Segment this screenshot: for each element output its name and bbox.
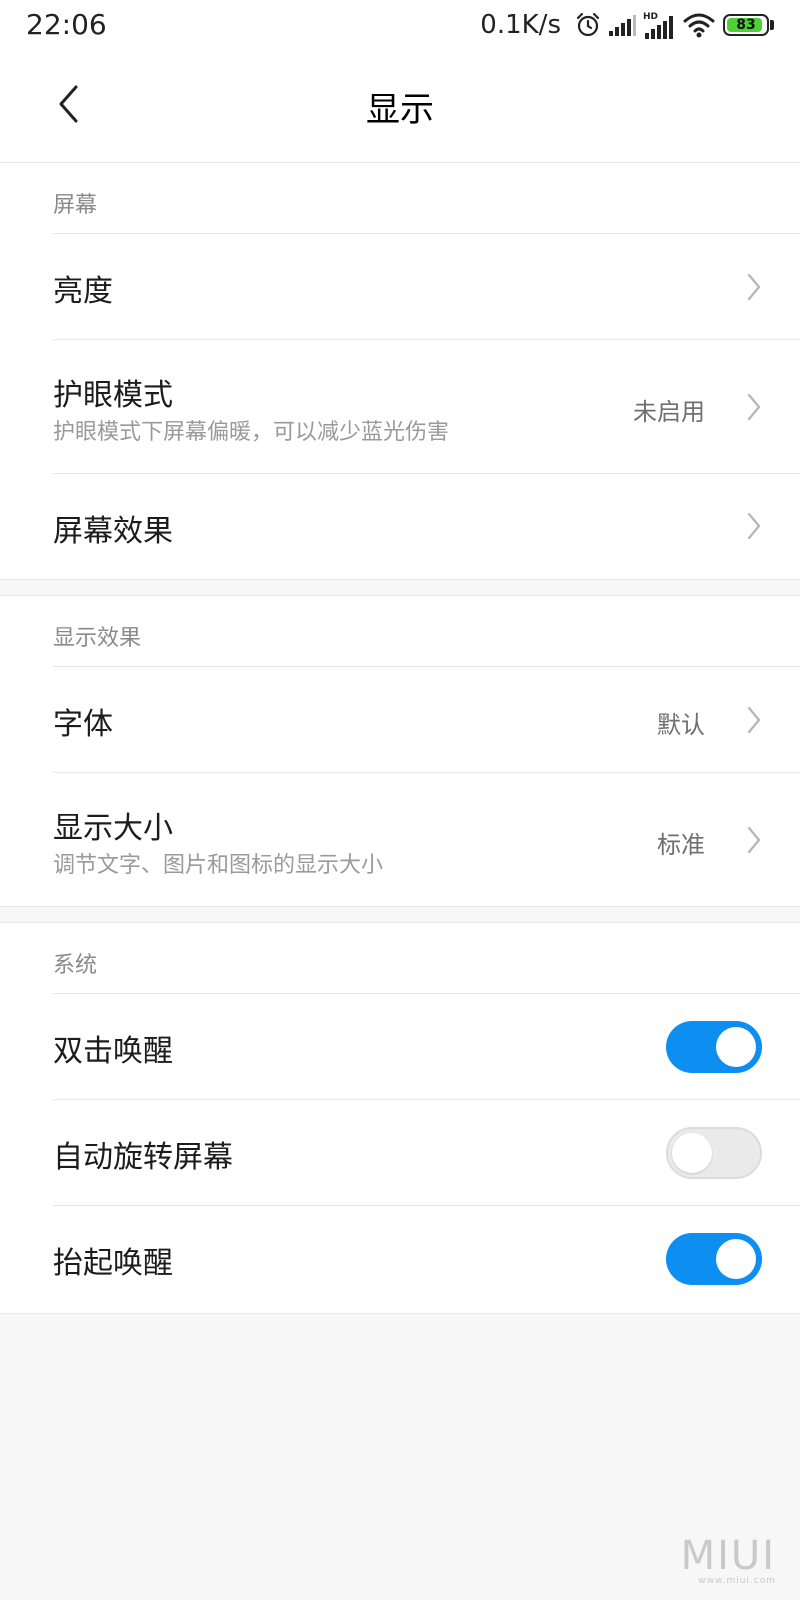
svg-text:HD: HD bbox=[643, 12, 658, 22]
section-system: 系统 双击唤醒 自动旋转屏幕 抬起唤醒 bbox=[0, 922, 800, 1314]
font-title: 字体 bbox=[53, 707, 113, 742]
font-row[interactable]: 字体 默认 bbox=[53, 666, 800, 772]
eye-comfort-subtitle: 护眼模式下屏幕偏暖，可以减少蓝光伤害 bbox=[53, 420, 450, 445]
hd-cell-signal-icon: HD bbox=[643, 10, 677, 40]
status-icons: 0.1K/s HD 83 bbox=[480, 8, 774, 42]
chevron-right-icon bbox=[747, 273, 761, 301]
display-size-title: 显示大小 bbox=[53, 811, 173, 846]
auto-rotate-title: 自动旋转屏幕 bbox=[53, 1140, 233, 1175]
title-bar: 显示 bbox=[0, 50, 800, 163]
auto-rotate-toggle[interactable] bbox=[666, 1127, 762, 1179]
chevron-right-icon bbox=[747, 512, 761, 540]
display-size-value: 标准 bbox=[657, 831, 705, 859]
section-header-display-effect: 显示效果 bbox=[53, 626, 142, 651]
status-time: 22:06 bbox=[26, 8, 107, 41]
lift-to-wake-toggle[interactable] bbox=[666, 1233, 762, 1285]
page-title: 显示 bbox=[366, 90, 434, 130]
section-header-system: 系统 bbox=[53, 953, 98, 978]
chevron-right-icon bbox=[747, 393, 761, 421]
toggle-knob bbox=[672, 1133, 712, 1173]
display-size-subtitle: 调节文字、图片和图标的显示大小 bbox=[53, 853, 384, 878]
double-tap-wake-row: 双击唤醒 bbox=[53, 993, 800, 1099]
cell-signal-icon bbox=[607, 13, 637, 37]
status-bar: 22:06 0.1K/s HD 83 bbox=[0, 0, 800, 50]
chevron-right-icon bbox=[747, 706, 761, 734]
eye-comfort-title: 护眼模式 bbox=[53, 378, 173, 413]
section-header-screen: 屏幕 bbox=[53, 193, 98, 218]
screen-effect-title: 屏幕效果 bbox=[53, 514, 173, 549]
double-tap-wake-toggle[interactable] bbox=[666, 1021, 762, 1073]
eye-comfort-value: 未启用 bbox=[633, 398, 705, 426]
wifi-icon bbox=[683, 12, 715, 38]
screen-effect-row[interactable]: 屏幕效果 bbox=[53, 473, 800, 577]
lift-to-wake-row: 抬起唤醒 bbox=[53, 1205, 800, 1311]
section-display-effect: 显示效果 字体 默认 显示大小 调节文字、图片和图标的显示大小 标准 bbox=[0, 595, 800, 907]
miui-watermark: MIUI www.miui.com bbox=[681, 1536, 776, 1586]
eye-comfort-row[interactable]: 护眼模式 护眼模式下屏幕偏暖，可以减少蓝光伤害 未启用 bbox=[53, 339, 800, 473]
toggle-knob bbox=[716, 1239, 756, 1279]
battery-level: 83 bbox=[736, 17, 756, 33]
auto-rotate-row: 自动旋转屏幕 bbox=[53, 1099, 800, 1205]
battery-tip bbox=[770, 20, 774, 30]
battery-icon: 83 bbox=[723, 14, 769, 36]
alarm-icon bbox=[575, 12, 601, 38]
brightness-row[interactable]: 亮度 bbox=[53, 233, 800, 339]
brightness-title: 亮度 bbox=[53, 274, 113, 309]
double-tap-wake-title: 双击唤醒 bbox=[53, 1034, 173, 1069]
lift-to-wake-title: 抬起唤醒 bbox=[53, 1246, 173, 1281]
watermark-logo: MIUI bbox=[680, 1533, 776, 1579]
section-screen: 屏幕 亮度 护眼模式 护眼模式下屏幕偏暖，可以减少蓝光伤害 未启用 屏幕效果 bbox=[0, 162, 800, 580]
display-size-row[interactable]: 显示大小 调节文字、图片和图标的显示大小 标准 bbox=[53, 772, 800, 904]
toggle-knob bbox=[716, 1027, 756, 1067]
font-value: 默认 bbox=[657, 711, 705, 739]
chevron-right-icon bbox=[747, 826, 761, 854]
network-speed: 0.1K/s bbox=[480, 10, 561, 40]
